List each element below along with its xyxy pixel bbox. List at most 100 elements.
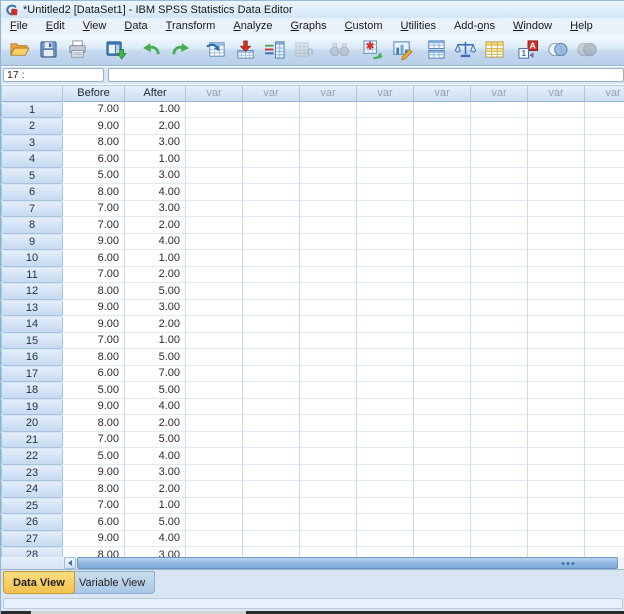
save-document-button[interactable]: [35, 36, 62, 63]
empty-cell[interactable]: [585, 547, 624, 557]
row-number[interactable]: 27: [1, 530, 63, 547]
empty-cell[interactable]: [357, 266, 414, 283]
empty-cell[interactable]: [186, 464, 243, 481]
empty-cell[interactable]: [585, 233, 624, 250]
empty-cell[interactable]: [243, 415, 300, 432]
data-cell[interactable]: 7.00: [63, 217, 125, 234]
data-cell[interactable]: 8.00: [63, 481, 125, 498]
data-cell[interactable]: 5.00: [63, 167, 125, 184]
empty-cell[interactable]: [186, 415, 243, 432]
empty-cell[interactable]: [528, 283, 585, 300]
column-header-var[interactable]: var: [528, 85, 585, 102]
empty-cell[interactable]: [471, 547, 528, 557]
empty-cell[interactable]: [414, 349, 471, 366]
empty-cell[interactable]: [357, 398, 414, 415]
row-number[interactable]: 17: [1, 365, 63, 382]
empty-cell[interactable]: [471, 448, 528, 465]
empty-cell[interactable]: [528, 431, 585, 448]
empty-cell[interactable]: [585, 101, 624, 118]
empty-cell[interactable]: [300, 266, 357, 283]
empty-cell[interactable]: [243, 448, 300, 465]
data-cell[interactable]: 4.00: [125, 398, 186, 415]
empty-cell[interactable]: [243, 266, 300, 283]
data-cell[interactable]: 6.00: [63, 250, 125, 267]
empty-cell[interactable]: [300, 530, 357, 547]
empty-cell[interactable]: [528, 448, 585, 465]
empty-cell[interactable]: [300, 431, 357, 448]
empty-cell[interactable]: [585, 464, 624, 481]
data-cell[interactable]: 3.00: [125, 200, 186, 217]
data-cell[interactable]: 1.00: [125, 250, 186, 267]
data-cell[interactable]: 6.00: [63, 514, 125, 531]
data-cell[interactable]: 9.00: [63, 398, 125, 415]
empty-cell[interactable]: [357, 497, 414, 514]
row-number[interactable]: 12: [1, 283, 63, 300]
recall-recently-used-dialogs-button[interactable]: [102, 36, 129, 63]
empty-cell[interactable]: [471, 481, 528, 498]
empty-cell[interactable]: [528, 316, 585, 333]
data-cell[interactable]: 6.00: [63, 151, 125, 168]
empty-cell[interactable]: [528, 233, 585, 250]
empty-cell[interactable]: [243, 398, 300, 415]
empty-cell[interactable]: [414, 299, 471, 316]
empty-cell[interactable]: [528, 299, 585, 316]
empty-cell[interactable]: [300, 250, 357, 267]
empty-cell[interactable]: [414, 233, 471, 250]
empty-cell[interactable]: [585, 151, 624, 168]
empty-cell[interactable]: [471, 415, 528, 432]
empty-cell[interactable]: [357, 151, 414, 168]
empty-cell[interactable]: [186, 332, 243, 349]
row-number[interactable]: 20: [1, 415, 63, 432]
undo-button[interactable]: [138, 36, 165, 63]
empty-cell[interactable]: [186, 382, 243, 399]
empty-cell[interactable]: [414, 217, 471, 234]
row-number[interactable]: 16: [1, 349, 63, 366]
scrollbar-thumb[interactable]: [77, 557, 618, 569]
row-number[interactable]: 22: [1, 448, 63, 465]
empty-cell[interactable]: [186, 200, 243, 217]
row-number[interactable]: 21: [1, 431, 63, 448]
empty-cell[interactable]: [471, 497, 528, 514]
empty-cell[interactable]: [357, 481, 414, 498]
empty-cell[interactable]: [585, 382, 624, 399]
empty-cell[interactable]: [357, 101, 414, 118]
data-cell[interactable]: 4.00: [125, 233, 186, 250]
empty-cell[interactable]: [186, 349, 243, 366]
empty-cell[interactable]: [414, 200, 471, 217]
empty-cell[interactable]: [186, 398, 243, 415]
column-header-var[interactable]: var: [585, 85, 624, 102]
empty-cell[interactable]: [585, 448, 624, 465]
empty-cell[interactable]: [585, 250, 624, 267]
empty-cell[interactable]: [357, 382, 414, 399]
empty-cell[interactable]: [357, 332, 414, 349]
empty-cell[interactable]: [300, 217, 357, 234]
empty-cell[interactable]: [186, 530, 243, 547]
row-number[interactable]: 8: [1, 217, 63, 234]
empty-cell[interactable]: [357, 299, 414, 316]
empty-cell[interactable]: [357, 514, 414, 531]
empty-cell[interactable]: [186, 167, 243, 184]
empty-cell[interactable]: [300, 118, 357, 135]
data-cell[interactable]: 3.00: [125, 167, 186, 184]
empty-cell[interactable]: [243, 530, 300, 547]
empty-cell[interactable]: [357, 118, 414, 135]
row-number[interactable]: 26: [1, 514, 63, 531]
row-number[interactable]: 19: [1, 398, 63, 415]
empty-cell[interactable]: [300, 547, 357, 557]
empty-cell[interactable]: [414, 101, 471, 118]
menu-addons[interactable]: Add-ons: [445, 19, 504, 34]
empty-cell[interactable]: [585, 184, 624, 201]
empty-cell[interactable]: [528, 349, 585, 366]
empty-cell[interactable]: [243, 382, 300, 399]
empty-cell[interactable]: [471, 464, 528, 481]
empty-cell[interactable]: [528, 151, 585, 168]
empty-cell[interactable]: [528, 514, 585, 531]
empty-cell[interactable]: [243, 217, 300, 234]
empty-cell[interactable]: [471, 250, 528, 267]
data-cell[interactable]: 8.00: [63, 283, 125, 300]
empty-cell[interactable]: [585, 316, 624, 333]
empty-cell[interactable]: [243, 547, 300, 557]
split-file-button[interactable]: [423, 36, 450, 63]
empty-cell[interactable]: [528, 382, 585, 399]
row-number[interactable]: 14: [1, 316, 63, 333]
